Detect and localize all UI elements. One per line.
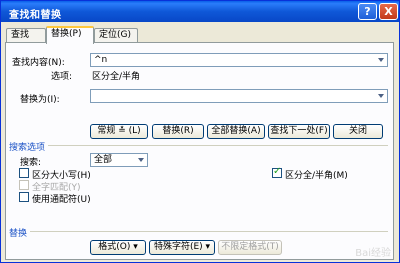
- match-case-checkbox[interactable]: [19, 168, 29, 178]
- whole-word-checkbox[interactable]: [19, 180, 29, 190]
- find-history-dropdown-icon[interactable]: [375, 54, 387, 66]
- replace-section-divider: [30, 231, 388, 232]
- less-button[interactable]: 常规 ≛ (L): [90, 124, 148, 139]
- chevron-down-icon[interactable]: [135, 154, 147, 166]
- use-wildcards-label: 使用通配符(U): [32, 195, 91, 205]
- options-value: 区分全/半角: [92, 72, 141, 82]
- replace-panel: 查找内容(N): ^n 选项: 区分全/半角 替换为(I): 常规 ≛ (L) …: [5, 42, 394, 260]
- format-button[interactable]: 格式(O) ▾: [90, 240, 146, 255]
- special-button[interactable]: 特殊字符(E) ▾: [149, 240, 215, 255]
- find-what-label: 查找内容(N):: [12, 58, 65, 68]
- title-bar: 查找和替换 ? X: [1, 1, 399, 22]
- replace-with-label: 替换为(I):: [20, 95, 60, 105]
- options-label: 选项:: [51, 72, 73, 82]
- use-wildcards-checkbox[interactable]: [19, 192, 29, 202]
- dialog-title: 查找和替换: [9, 10, 62, 21]
- full-half-width-checkbox[interactable]: [272, 166, 282, 178]
- watermark-text: Bai经验: [355, 248, 391, 259]
- replace-all-button[interactable]: 全部替换(A): [207, 124, 265, 139]
- find-next-button[interactable]: 查找下一处(F): [268, 124, 330, 139]
- replace-button[interactable]: 替换(R): [152, 124, 204, 139]
- search-options-title: 搜索选项: [9, 143, 46, 153]
- help-button[interactable]: ?: [358, 3, 377, 20]
- close-window-button[interactable]: X: [379, 3, 398, 20]
- search-direction-select[interactable]: 全部: [90, 153, 148, 167]
- tab-replace[interactable]: 替换(P): [46, 26, 94, 44]
- find-what-input[interactable]: ^n: [90, 53, 388, 67]
- replace-section-title: 替换: [9, 229, 28, 239]
- replace-history-dropdown-icon[interactable]: [375, 90, 387, 102]
- no-formatting-button[interactable]: 不限定格式(T): [218, 240, 282, 255]
- find-replace-dialog: 查找和替换 ? X 查找(D) 替换(P) 定位(G) 查找内容(N): ^n …: [0, 0, 400, 263]
- replace-with-input[interactable]: [90, 89, 388, 103]
- full-half-width-label: 区分全/半角(M): [285, 171, 348, 181]
- search-options-divider: [48, 145, 388, 146]
- close-button[interactable]: 关闭: [333, 124, 383, 139]
- find-what-value: ^n: [94, 55, 108, 65]
- search-direction-value: 全部: [94, 155, 113, 165]
- tab-find[interactable]: 查找(D): [6, 28, 46, 53]
- search-direction-label: 搜索:: [20, 158, 42, 168]
- tab-goto[interactable]: 定位(G): [94, 28, 138, 43]
